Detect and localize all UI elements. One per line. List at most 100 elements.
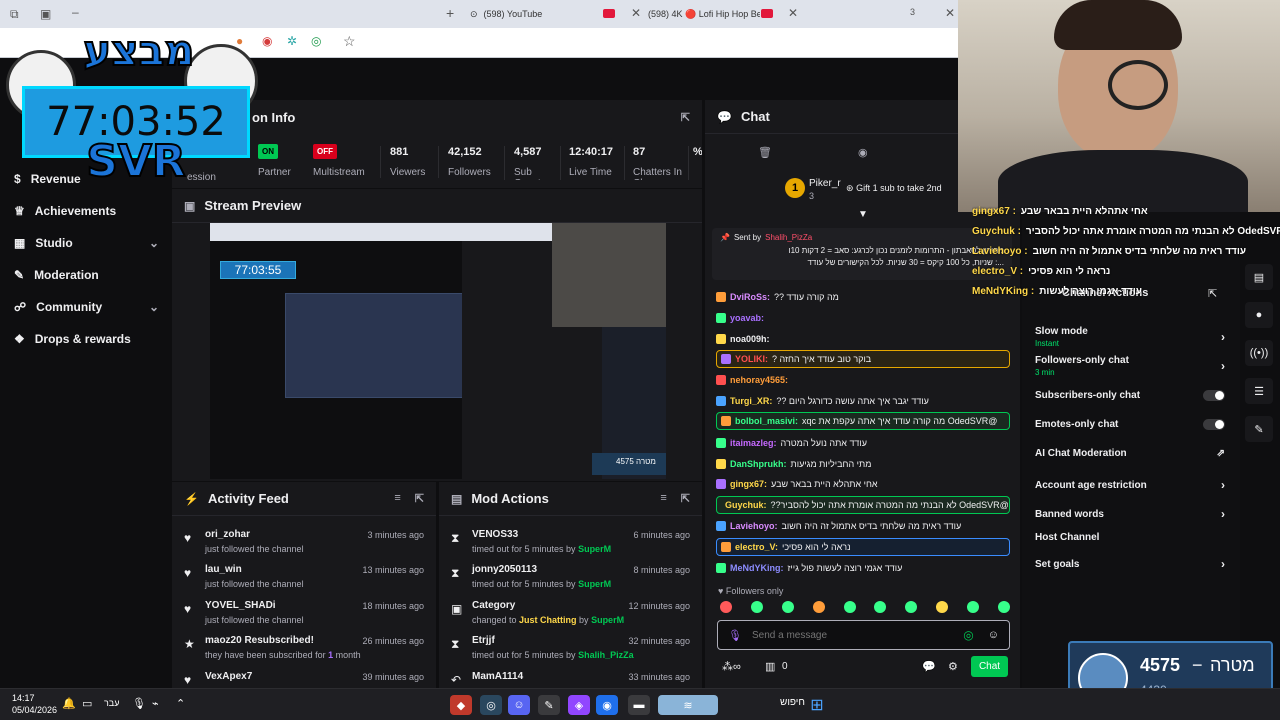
bookmark-star-icon[interactable]: ☆ [343, 33, 356, 50]
emote-icon[interactable] [750, 601, 763, 613]
emote-picker-icon[interactable]: ☺ [988, 629, 999, 641]
host-channel-option[interactable]: Host Channel [1035, 532, 1225, 543]
chat-username[interactable]: bolbol_masivi: [735, 416, 798, 426]
chat-message[interactable]: electro_V: נראה לי הוא פסיכי [716, 538, 1010, 556]
rail-broadcast-icon[interactable]: ((•)) [1245, 340, 1273, 366]
chat-message[interactable]: nehoray4565: [716, 371, 1010, 389]
emote-icon[interactable] [905, 601, 918, 613]
sidebar-item-studio[interactable]: ▦ Studio ⌄ [14, 236, 159, 250]
chat-message[interactable]: MeNdYKing: עודד אגמי רוצה לעשות פול גייז [716, 559, 1010, 577]
tab-lofi[interactable]: (598) 4K 🔴 Lofi Hip Hop Beats [648, 4, 760, 24]
activity-user[interactable]: lau_win [205, 564, 242, 575]
mod-action-target[interactable]: Category [472, 600, 515, 611]
chat-message[interactable]: DviRoSs: מה קורה עודד ?? [716, 288, 1010, 306]
tray-expand-icon[interactable]: ⌃ [176, 697, 185, 710]
chat-filter-icon[interactable]: ◉ [858, 146, 868, 159]
chat-message[interactable]: YOLIKI: בוקר טוב עודד איך החזה ? [716, 350, 1010, 368]
taskbar-app-icon[interactable]: ≋ [658, 695, 718, 715]
network-icon[interactable]: ⌁ [152, 697, 159, 710]
trash-icon[interactable]: 🗑 [758, 146, 772, 159]
tab-close-icon[interactable]: ✕ [631, 6, 641, 20]
bits-icon[interactable]: ▥ [765, 660, 775, 673]
gift-sub-button[interactable]: ⊛ Gift 1 sub to take 2nd [846, 183, 942, 194]
chat-message[interactable]: Guychuk: @OdedSVR לא הבנתי מה המטרה אומרת… [716, 496, 1010, 514]
chat-message[interactable]: itaimazleg: עודד אתה נועל המטרה [716, 434, 1010, 452]
activity-user[interactable]: YOVEL_SHADi [205, 600, 276, 611]
mod-action-target[interactable]: Etrjjf [472, 635, 495, 646]
emote-icon[interactable] [812, 601, 825, 613]
pinned-message[interactable]: 📌 Sent by Shalih_PizZa מחירון לסאבתון - … [712, 228, 1012, 280]
emote-icon[interactable] [967, 601, 979, 613]
taskbar-app-icon[interactable]: ✎ [538, 695, 560, 715]
filter-icon[interactable]: ≡ [660, 492, 666, 505]
twitch-icon[interactable]: ◈ [568, 695, 590, 715]
chat-settings-bubble-icon[interactable]: 💬 [922, 660, 936, 673]
collapse-icon[interactable]: ▼ [858, 209, 868, 220]
microphone-icon[interactable]: 🎙 [132, 697, 146, 710]
chat-username[interactable]: DanShprukh: [730, 459, 787, 469]
steam-icon[interactable]: ◎ [480, 695, 502, 715]
sidebar-item-community[interactable]: ☍ Community ⌄ [14, 300, 159, 314]
set-goals-option[interactable]: Set goals › [1035, 557, 1225, 571]
file-explorer-icon[interactable]: ▬ [628, 695, 650, 715]
chat-message[interactable]: gingx67: אחי אתהלא היית בבאר שבע [716, 475, 1010, 493]
chat-username[interactable]: yoavab: [730, 313, 764, 323]
emote-icon[interactable] [720, 601, 732, 613]
chat-message[interactable]: noa009h: [716, 330, 1010, 348]
chat-username[interactable]: DviRoSs: [730, 292, 770, 302]
chat-username[interactable]: MeNdYKing: [730, 563, 784, 573]
notification-icon[interactable]: 🔔 [62, 697, 76, 710]
subscribers-only-toggle[interactable] [1203, 390, 1225, 401]
chat-username[interactable]: Lavieh​oyo: [730, 521, 778, 531]
taskbar-clock[interactable]: 14:17 05/04/2026 [12, 692, 57, 716]
emote-icon[interactable] [781, 601, 794, 613]
microphone-icon[interactable]: 🎙 [728, 629, 742, 642]
chat-input[interactable] [751, 629, 964, 641]
filter-icon[interactable]: ≡ [394, 492, 400, 505]
slow-mode-option[interactable]: Slow mode Instant › [1035, 326, 1225, 348]
extension-icon[interactable]: ◎ [311, 34, 321, 48]
emote-icon[interactable] [997, 601, 1010, 613]
popout-icon[interactable]: ⇱ [681, 492, 690, 505]
chat-send-button[interactable]: Chat [971, 656, 1008, 677]
followers-only-option[interactable]: Followers-only chat 3 min › [1035, 355, 1225, 377]
sidebar-item-moderation[interactable]: ✎ Moderation [14, 268, 159, 282]
tab-close-icon[interactable]: ✕ [788, 6, 798, 20]
chat-message[interactable]: bolbol_masivi: @OdedSVR מה קורה עודד איך … [716, 412, 1010, 430]
banned-words-option[interactable]: Banned words › [1035, 507, 1225, 521]
discord-icon[interactable]: ☺ [508, 695, 530, 715]
chat-username[interactable]: YOLIKI: [735, 354, 768, 364]
chrome-icon[interactable]: ◉ [596, 695, 618, 715]
rail-chat-icon[interactable]: ● [1245, 302, 1273, 328]
windows-start-icon[interactable]: ⊞ [806, 695, 828, 715]
popout-icon[interactable]: ⇱ [681, 111, 690, 124]
emotes-only-toggle[interactable] [1203, 419, 1225, 430]
account-age-option[interactable]: Account age restriction › [1035, 478, 1225, 492]
activity-user[interactable]: maoz20 Resubscribed! [205, 635, 314, 646]
language-indicator[interactable]: עבר [104, 698, 119, 708]
taskbar-search[interactable]: חיפוש [725, 697, 805, 708]
chat-username[interactable]: itaimazleg: [730, 438, 777, 448]
chat-message[interactable]: yoavab: [716, 309, 1010, 327]
stream-preview-video[interactable]: 77:03:55 4575 מטרה [210, 223, 666, 479]
screen-icon[interactable]: ▭ [82, 697, 92, 710]
chat-username[interactable]: electro_V: [735, 542, 778, 552]
sidebar-item-achievements[interactable]: ♕ Achievements [14, 204, 159, 218]
chat-username[interactable]: Guychuk: [725, 500, 767, 510]
popout-icon[interactable]: ⇱ [415, 492, 424, 505]
new-tab-icon[interactable]: + [446, 5, 454, 21]
activity-user[interactable]: VexApex7 [205, 671, 252, 682]
extension-icon[interactable]: ✲ [287, 34, 297, 48]
top-gifter-name[interactable]: Piker_r [809, 178, 841, 189]
emote-icon[interactable] [936, 601, 949, 613]
rail-layout-icon[interactable]: ☰ [1245, 378, 1273, 404]
chat-username[interactable]: nehoray4565: [730, 375, 788, 385]
mod-action-target[interactable]: VENOS33 [472, 529, 518, 540]
mod-action-target[interactable]: MamA1114 [472, 671, 523, 682]
chat-message[interactable]: Turgi_XR: עודד יגבר איך אתה עושה כדורגל ה… [716, 392, 1010, 410]
emote-icon[interactable] [874, 601, 887, 613]
gear-icon[interactable]: ⚙ [948, 660, 958, 673]
taskbar-app-icon[interactable]: ◆ [450, 695, 472, 715]
chat-username[interactable]: noa009h: [730, 334, 770, 344]
channel-points-icon[interactable]: ⁂∞ [722, 660, 741, 673]
